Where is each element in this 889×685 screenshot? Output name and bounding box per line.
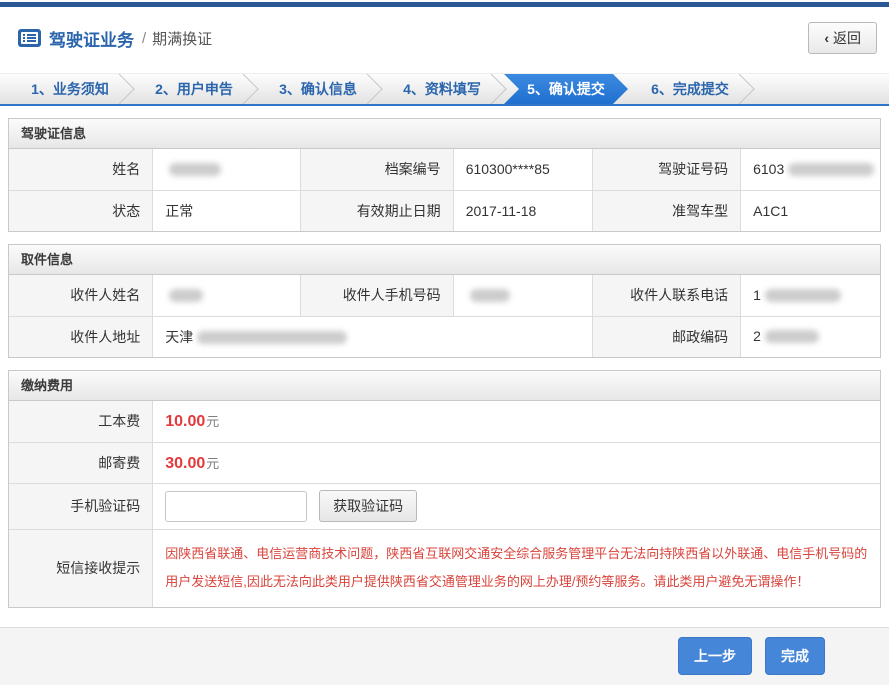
postage-fee-value: 30.00元: [153, 442, 880, 483]
footer-gap: [0, 608, 889, 627]
redacted-value: [765, 289, 841, 302]
step-label: 2、用户申告: [155, 79, 233, 99]
production-fee-value: 10.00元: [153, 401, 880, 442]
step-label: 6、完成提交: [651, 79, 729, 99]
name-value: [153, 149, 301, 190]
redacted-value: [788, 163, 874, 176]
redacted-value: [197, 331, 347, 344]
breadcrumb-current: 期满换证: [152, 28, 212, 49]
back-button-label: 返回: [833, 30, 861, 46]
status-value: 正常: [153, 190, 301, 231]
step-label: 3、确认信息: [279, 79, 357, 99]
step-label: 1、业务须知: [31, 79, 109, 99]
production-fee-amount: 10.00: [165, 413, 205, 430]
back-button[interactable]: ‹返回: [808, 22, 877, 54]
get-sms-code-button[interactable]: 获取验证码: [319, 490, 417, 522]
table-row: 工本费 10.00元: [9, 401, 880, 442]
license-number-trailing: （: [876, 161, 880, 177]
postal-code-visible: 2: [753, 328, 761, 344]
pickup-info-table: 收件人姓名 收件人手机号码 收件人联系电话 1 收件人地址 天津 邮政编码 2: [9, 275, 880, 357]
name-label: 姓名: [9, 149, 153, 190]
finish-button[interactable]: 完成: [765, 637, 825, 675]
page-title: 驾驶证业务: [49, 26, 134, 51]
recipient-name-value: [153, 275, 301, 316]
sms-code-input[interactable]: [165, 491, 307, 522]
recipient-name-label: 收件人姓名: [9, 275, 153, 316]
production-fee-label: 工本费: [9, 401, 153, 442]
recipient-mobile-label: 收件人手机号码: [301, 275, 453, 316]
postal-code-value: 2: [741, 316, 880, 357]
production-fee-unit: 元: [206, 414, 219, 429]
recipient-address-visible: 天津: [165, 329, 193, 345]
table-row: 状态 正常 有效期止日期 2017-11-18 准驾车型 A1C1: [9, 190, 880, 231]
expiry-value: 2017-11-18: [453, 190, 592, 231]
fees-table: 工本费 10.00元 邮寄费 30.00元 手机验证码 获取验证码 短信接收提示…: [9, 401, 880, 607]
sms-notice-text: 因陕西省联通、电信运营商技术问题，陕西省互联网交通安全综合服务管理平台无法向持陕…: [165, 540, 868, 597]
license-number-value: 6103 （: [741, 149, 880, 190]
step-label: 5、确认提交: [527, 79, 605, 99]
redacted-value: [470, 289, 510, 302]
section-title-pickup: 取件信息: [9, 245, 880, 275]
sms-notice-label: 短信接收提示: [9, 529, 153, 607]
wizard-steps: 1、业务须知 2、用户申告 3、确认信息 4、资料填写 5、确认提交 6、完成提…: [0, 73, 889, 106]
section-title-license: 驾驶证信息: [9, 119, 880, 149]
file-number-label: 档案编号: [301, 149, 453, 190]
step-bar-filler: [752, 74, 889, 104]
sms-code-label: 手机验证码: [9, 483, 153, 529]
table-row: 姓名 档案编号 610300****85 驾驶证号码 6103 （: [9, 149, 880, 190]
breadcrumb-divider: /: [142, 30, 146, 47]
step-6-finish-submit[interactable]: 6、完成提交: [628, 74, 752, 104]
previous-step-button[interactable]: 上一步: [678, 637, 752, 675]
section-title-fees: 缴纳费用: [9, 371, 880, 401]
license-info-table: 姓名 档案编号 610300****85 驾驶证号码 6103 （ 状态 正常 有…: [9, 149, 880, 231]
recipient-phone-value: 1: [741, 275, 880, 316]
status-label: 状态: [9, 190, 153, 231]
sms-notice-cell: 因陕西省联通、电信运营商技术问题，陕西省互联网交通安全综合服务管理平台无法向持陕…: [153, 529, 880, 607]
list-icon: [18, 29, 41, 47]
expiry-label: 有效期止日期: [301, 190, 453, 231]
page-header: 驾驶证业务 / 期满换证 ‹返回: [0, 7, 889, 68]
recipient-mobile-value: [453, 275, 592, 316]
step-2-user-declaration[interactable]: 2、用户申告: [132, 74, 256, 104]
footer-action-bar: 上一步 完成: [0, 627, 889, 685]
chevron-left-icon: ‹: [824, 30, 829, 46]
redacted-value: [169, 163, 221, 176]
section-pickup-info: 取件信息 收件人姓名 收件人手机号码 收件人联系电话 1 收件人地址 天津 邮政…: [8, 244, 881, 358]
step-3-confirm-info[interactable]: 3、确认信息: [256, 74, 380, 104]
table-row: 邮寄费 30.00元: [9, 442, 880, 483]
step-4-fill-data[interactable]: 4、资料填写: [380, 74, 504, 104]
table-row: 短信接收提示 因陕西省联通、电信运营商技术问题，陕西省互联网交通安全综合服务管理…: [9, 529, 880, 607]
section-license-info: 驾驶证信息 姓名 档案编号 610300****85 驾驶证号码 6103 （ 状…: [8, 118, 881, 232]
step-5-confirm-submit-active[interactable]: 5、确认提交: [504, 74, 628, 104]
vehicle-class-value: A1C1: [741, 190, 880, 231]
table-row: 手机验证码 获取验证码: [9, 483, 880, 529]
postage-fee-amount: 30.00: [165, 455, 205, 472]
license-number-visible: 6103: [753, 161, 784, 177]
table-row: 收件人地址 天津 邮政编码 2: [9, 316, 880, 357]
recipient-phone-label: 收件人联系电话: [593, 275, 741, 316]
postage-fee-unit: 元: [206, 456, 219, 471]
license-number-label: 驾驶证号码: [593, 149, 741, 190]
step-1-business-notice[interactable]: 1、业务须知: [8, 74, 132, 104]
table-row: 收件人姓名 收件人手机号码 收件人联系电话 1: [9, 275, 880, 316]
recipient-address-value: 天津: [153, 316, 593, 357]
redacted-value: [169, 289, 203, 302]
file-number-value: 610300****85: [453, 149, 592, 190]
postal-code-label: 邮政编码: [593, 316, 741, 357]
redacted-value: [765, 330, 819, 343]
recipient-phone-visible: 1: [753, 287, 761, 303]
sms-code-cell: 获取验证码: [153, 483, 880, 529]
step-label: 4、资料填写: [403, 79, 481, 99]
vehicle-class-label: 准驾车型: [593, 190, 741, 231]
postage-fee-label: 邮寄费: [9, 442, 153, 483]
section-fees: 缴纳费用 工本费 10.00元 邮寄费 30.00元 手机验证码 获取验证码 短…: [8, 370, 881, 608]
recipient-address-label: 收件人地址: [9, 316, 153, 357]
